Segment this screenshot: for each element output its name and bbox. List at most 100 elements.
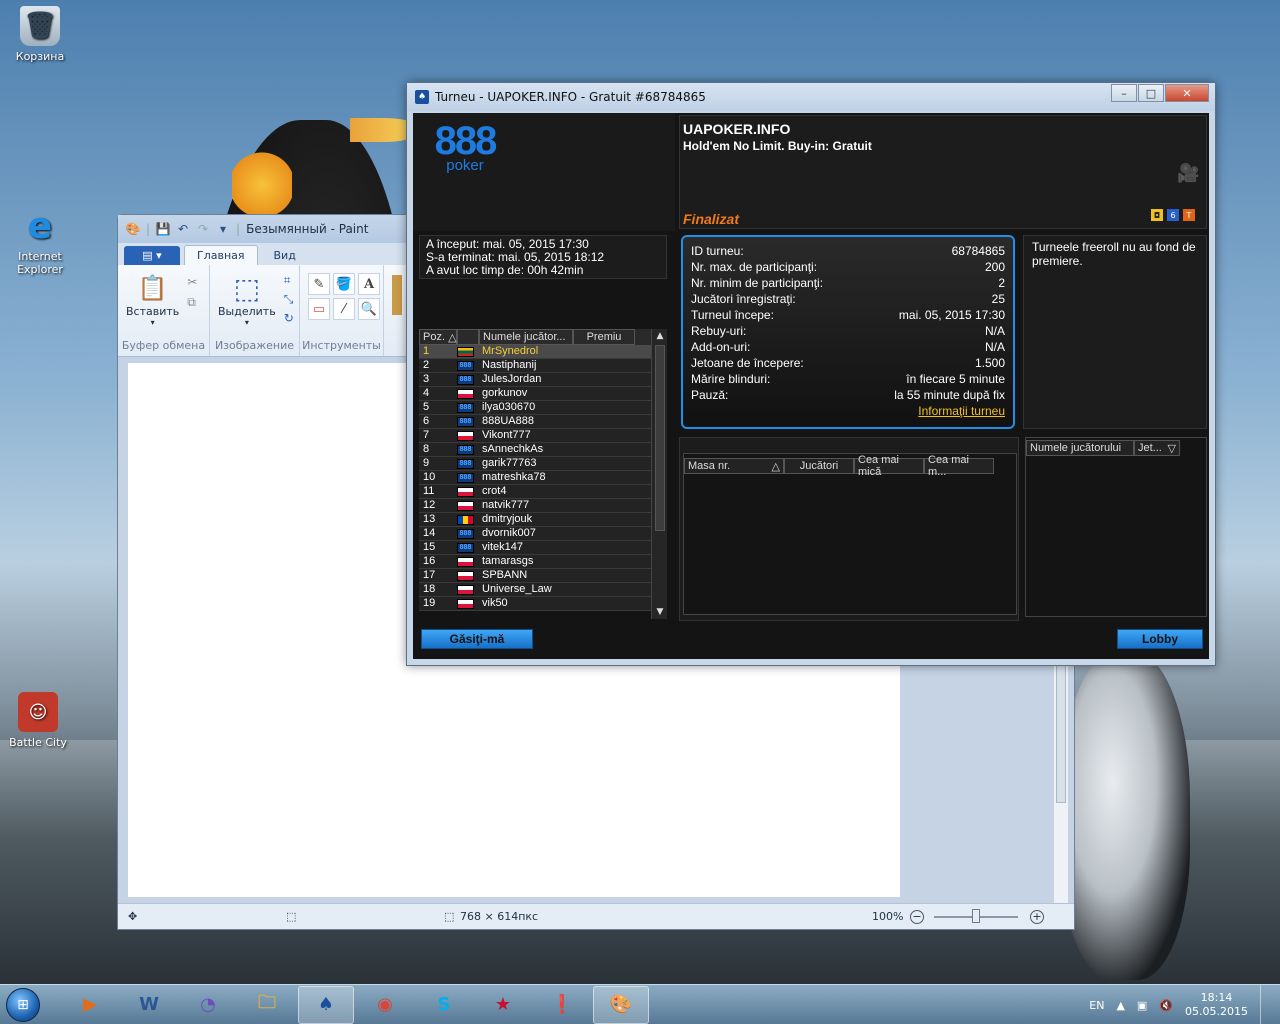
- magnifier-icon[interactable]: 🔍: [358, 298, 380, 320]
- customize-quick-access-icon[interactable]: ▾: [216, 222, 230, 236]
- internet-explorer-icon: e: [27, 205, 53, 247]
- column-flag[interactable]: [457, 329, 479, 345]
- text-tool-icon[interactable]: A: [358, 273, 380, 295]
- player-row[interactable]: 7 Vikont777: [419, 429, 667, 443]
- pencil-icon[interactable]: ✎: [308, 273, 330, 295]
- maximize-button[interactable]: □: [1138, 84, 1164, 102]
- volume-muted-icon[interactable]: 🔇: [1159, 999, 1173, 1012]
- scrollbar-thumb[interactable]: [655, 345, 665, 531]
- tab-view[interactable]: Вид: [262, 246, 308, 265]
- player-row[interactable]: 13 dmitryjouk: [419, 513, 667, 527]
- column-smallest[interactable]: Cea mai mică: [854, 454, 924, 478]
- start-button[interactable]: ⊞: [0, 985, 46, 1024]
- player-row[interactable]: 18 Universe_Law: [419, 583, 667, 597]
- select-label: Выделить: [218, 305, 276, 318]
- column-prize[interactable]: Premiu: [573, 329, 635, 345]
- language-indicator[interactable]: EN: [1089, 999, 1104, 1012]
- player-position: 2: [423, 359, 430, 371]
- info-row: Turneul începe: mai. 05, 2015 17:30: [691, 307, 1005, 323]
- color-picker-icon[interactable]: ⁄: [333, 298, 355, 320]
- undo-icon[interactable]: ↶: [176, 222, 190, 236]
- desktop-icon-recycle-bin[interactable]: 🗑 Корзина: [2, 6, 78, 63]
- crop-icon[interactable]: ⌗: [284, 273, 294, 288]
- column-chips[interactable]: Jet... ▽: [1134, 440, 1180, 456]
- player-row[interactable]: 9 888 garik77763: [419, 457, 667, 471]
- paint-file-menu[interactable]: ▤ ▾: [124, 246, 180, 265]
- show-hidden-icons-icon[interactable]: ▲: [1116, 999, 1124, 1012]
- player-row[interactable]: 11 crot4: [419, 485, 667, 499]
- player-position: 5: [423, 401, 430, 413]
- player-name: natvik777: [482, 499, 530, 511]
- tournament-info-link[interactable]: Informaţii turneu: [691, 403, 1005, 419]
- 888-poker-taskbar-icon[interactable]: ♠: [298, 985, 354, 1024]
- player-row[interactable]: 19 vik50: [419, 597, 667, 611]
- paste-button[interactable]: 📋 Вставить ▾: [126, 271, 179, 327]
- select-button[interactable]: ⬚ Выделить ▾: [218, 271, 276, 328]
- tab-home[interactable]: Главная: [184, 245, 258, 265]
- player-row[interactable]: 14 888 dvornik007: [419, 527, 667, 541]
- quick-access-divider: |: [146, 222, 151, 236]
- copy-icon[interactable]: ⧉: [187, 295, 197, 310]
- zoom-in-icon[interactable]: +: [1030, 909, 1044, 924]
- info-label: Turneul începe:: [691, 308, 774, 322]
- paint-app-icon: 🎨: [125, 222, 141, 236]
- player-row[interactable]: 12 natvik777: [419, 499, 667, 513]
- word-icon[interactable]: W: [121, 986, 177, 1024]
- column-table-player-name[interactable]: Numele jucătorului: [1026, 440, 1134, 456]
- dropdown-arrow-icon: ▾: [244, 318, 249, 327]
- alert-app-icon[interactable]: ❗: [534, 986, 590, 1024]
- eraser-icon[interactable]: ▭: [308, 298, 330, 320]
- zoom-out-icon[interactable]: −: [910, 909, 924, 924]
- cut-icon[interactable]: ✂: [187, 275, 197, 289]
- country-flag-icon: 888: [457, 402, 474, 413]
- player-row[interactable]: 10 888 matreshka78: [419, 471, 667, 485]
- redo-icon[interactable]: ↷: [196, 222, 210, 236]
- system-tray: EN ▲ ▣ 🔇 18:14 05.05.2015: [1089, 985, 1272, 1024]
- skype-icon[interactable]: S: [416, 986, 472, 1024]
- column-player-name[interactable]: Numele jucător...: [479, 329, 573, 345]
- close-button[interactable]: ✕: [1165, 84, 1209, 102]
- player-row[interactable]: 2 888 Nastiphanij: [419, 359, 667, 373]
- rotate-icon[interactable]: ↻: [284, 311, 294, 325]
- pokerstars-icon[interactable]: ★: [475, 986, 531, 1024]
- lobby-button[interactable]: Lobby: [1117, 629, 1203, 649]
- player-row[interactable]: 17 SPBANN: [419, 569, 667, 583]
- paint-taskbar-icon[interactable]: 🎨: [593, 985, 649, 1024]
- zoom-slider-knob[interactable]: [972, 909, 980, 923]
- find-me-button[interactable]: Găsiţi-mă: [421, 629, 533, 649]
- column-largest[interactable]: Cea mai m...: [924, 454, 994, 478]
- clock[interactable]: 18:14 05.05.2015: [1185, 991, 1248, 1019]
- column-table-number[interactable]: Masa nr. △: [684, 458, 784, 474]
- player-name: Universe_Law: [482, 583, 552, 595]
- chrome-icon[interactable]: ◉: [357, 986, 413, 1024]
- player-row[interactable]: 15 888 vitek147: [419, 541, 667, 555]
- player-row[interactable]: 6 888 888UA888: [419, 415, 667, 429]
- scroll-up-icon[interactable]: ▲: [655, 331, 665, 341]
- player-row[interactable]: 5 888 ilya030670: [419, 401, 667, 415]
- column-position[interactable]: Poz. △: [419, 329, 457, 345]
- player-row[interactable]: 4 gorkunov: [419, 387, 667, 401]
- save-icon[interactable]: 💾: [156, 222, 171, 236]
- column-players[interactable]: Jucători: [784, 458, 854, 474]
- desktop-icon-battle-city[interactable]: ☺ Battle City: [0, 692, 76, 749]
- player-row[interactable]: 3 888 JulesJordan: [419, 373, 667, 387]
- wallpaper-penguin-2: [1060, 650, 1190, 980]
- resize-icon[interactable]: ⤡: [284, 292, 294, 307]
- replay-camera-icon[interactable]: 🎥: [1177, 163, 1199, 187]
- media-player-icon[interactable]: ▶: [62, 986, 118, 1024]
- player-list-scrollbar[interactable]: ▲ ▼: [651, 329, 667, 619]
- network-icon[interactable]: ▣: [1137, 999, 1147, 1012]
- explorer-folder-icon[interactable]: 🗀: [239, 986, 295, 1024]
- brushes-icon[interactable]: [392, 275, 402, 315]
- scroll-down-icon[interactable]: ▼: [655, 607, 665, 617]
- player-position: 10: [423, 471, 436, 483]
- player-position: 16: [423, 555, 436, 567]
- player-row[interactable]: 16 tamarasgs: [419, 555, 667, 569]
- fill-bucket-icon[interactable]: 🪣: [333, 273, 355, 295]
- player-row[interactable]: 1 MrSynedrol: [419, 345, 667, 359]
- minimize-button[interactable]: –: [1111, 84, 1137, 102]
- desktop-icon-internet-explorer[interactable]: e Internet Explorer: [2, 205, 78, 277]
- torrent-icon[interactable]: ◔: [180, 986, 236, 1024]
- player-row[interactable]: 8 888 sAnnechkAs: [419, 443, 667, 457]
- show-desktop-button[interactable]: [1260, 985, 1272, 1024]
